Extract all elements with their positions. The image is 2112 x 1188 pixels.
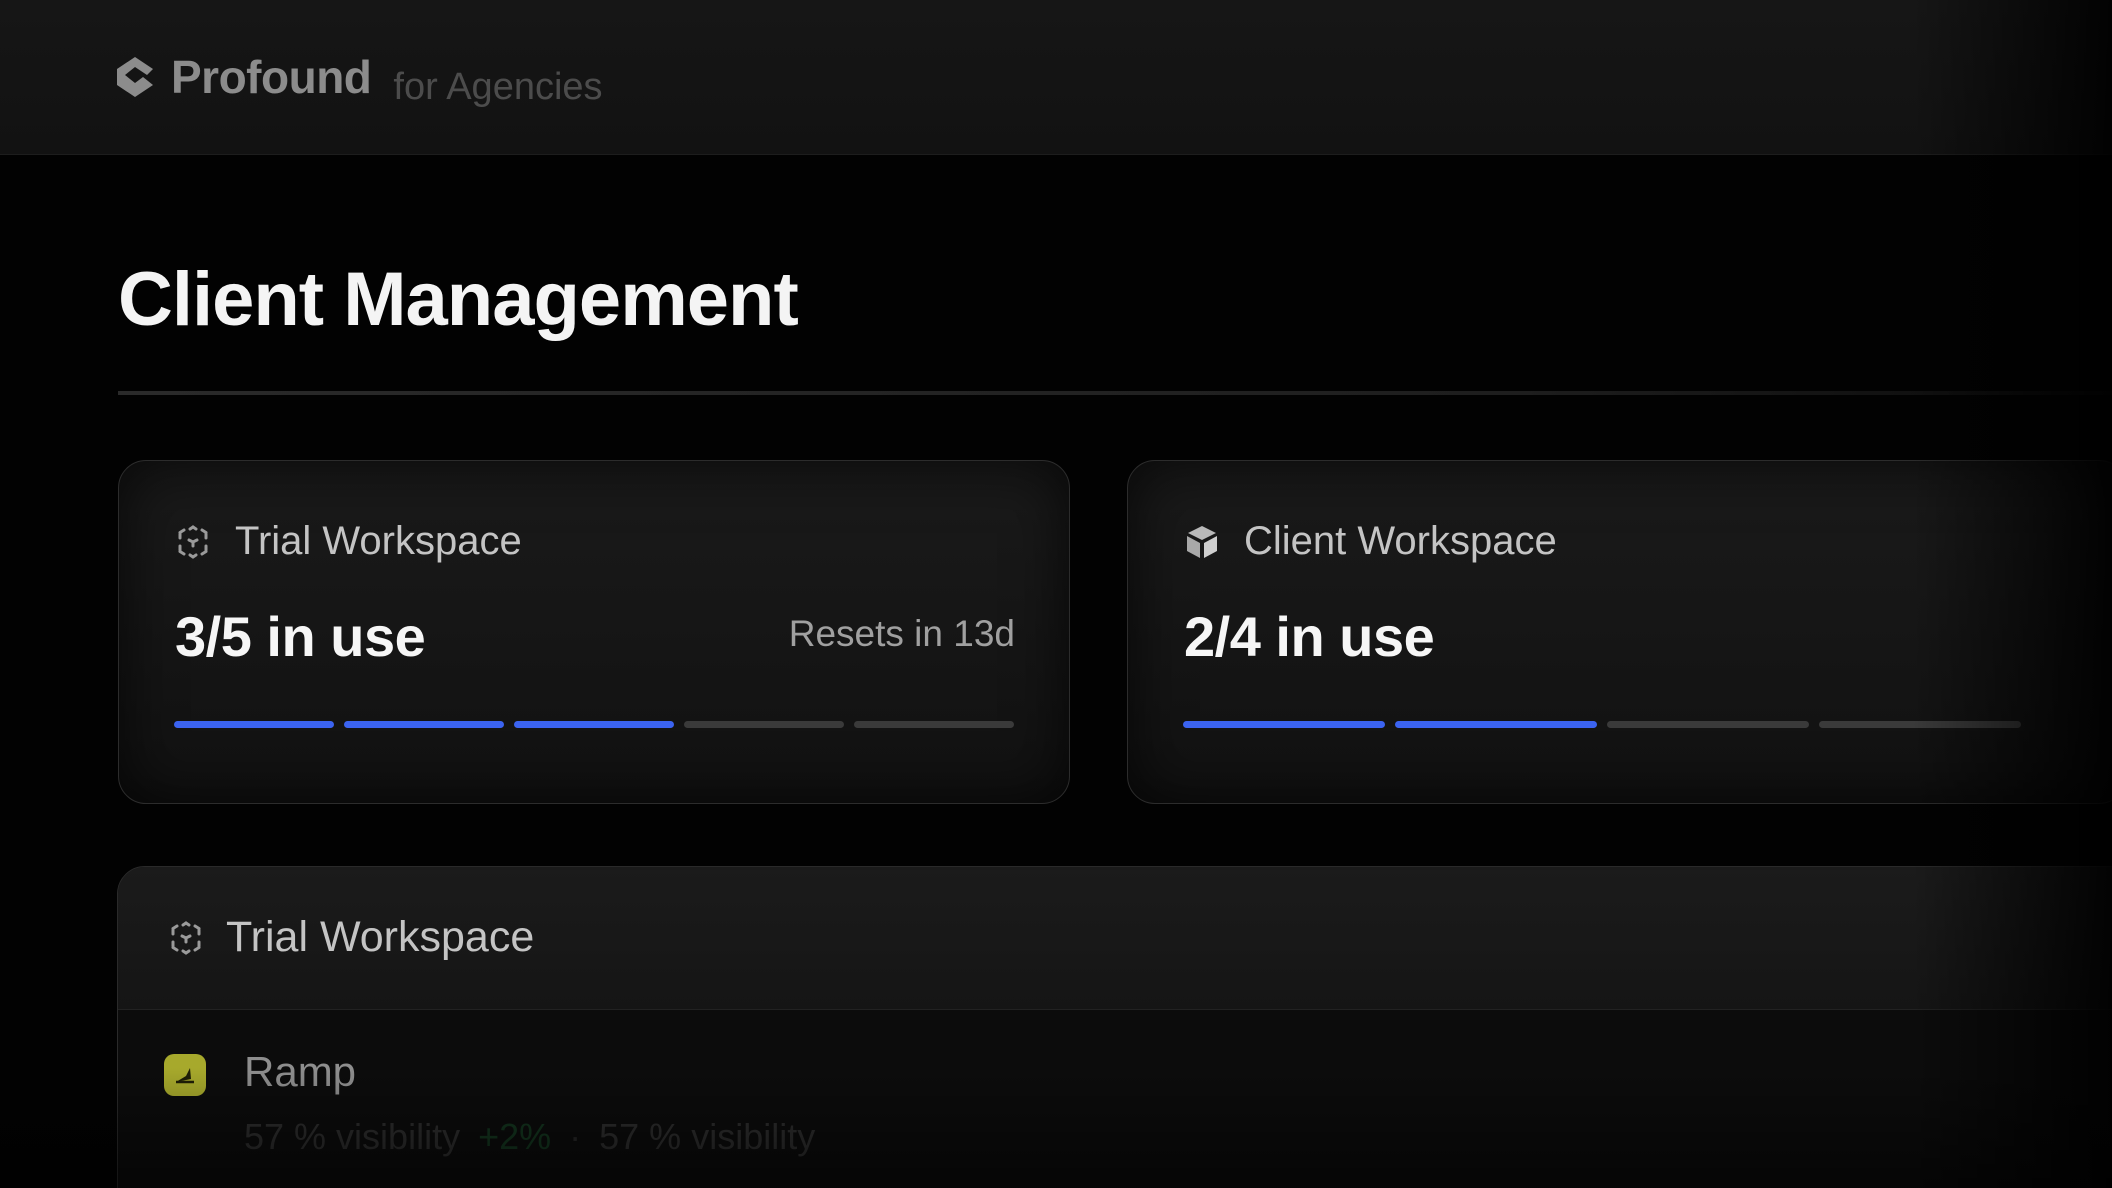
dashed-cube-icon	[171, 921, 201, 955]
dashed-cube-icon	[178, 525, 208, 558]
ramp-logo-icon	[164, 1054, 206, 1096]
usage-segment-filled	[1395, 721, 1597, 728]
panel-header[interactable]: Trial Workspace	[118, 867, 2112, 1010]
trial-usage-bar	[174, 721, 1014, 728]
visibility-value-secondary: 57 % visibility	[599, 1116, 816, 1157]
client-metrics: 57 % visibility +2% · 57 % visibility	[244, 1116, 815, 1158]
trial-workspace-panel: Trial Workspace Ramp 57 % visibility +2%…	[117, 866, 2112, 1188]
usage-segment-filled	[344, 721, 504, 728]
panel-title: Trial Workspace	[226, 913, 535, 961]
page: Profound for Agencies Client Management …	[0, 0, 2112, 1188]
usage-segment-empty	[684, 721, 844, 728]
brand-subtitle: for Agencies	[393, 66, 603, 108]
trial-usage-count: 3/5 in use	[175, 605, 426, 668]
card-header: Trial Workspace	[175, 519, 522, 564]
brand-name: Profound	[171, 51, 372, 103]
title-divider	[118, 391, 2112, 395]
trial-workspace-label: Trial Workspace	[235, 519, 522, 563]
visibility-value: 57 % visibility	[244, 1116, 461, 1157]
trial-resets-text: Resets in 13d	[788, 613, 1015, 654]
client-name: Ramp	[244, 1048, 357, 1095]
top-bar: Profound for Agencies	[0, 0, 2112, 155]
client-workspace-card[interactable]: Client Workspace 2/4 in use	[1127, 460, 2112, 804]
trial-workspace-card[interactable]: Trial Workspace 3/5 in use Resets in 13d	[118, 460, 1070, 804]
cube-icon	[1187, 525, 1217, 558]
visibility-delta: +2%	[478, 1116, 552, 1157]
client-usage-count: 2/4 in use	[1184, 605, 1435, 668]
client-usage-bar	[1183, 721, 2021, 728]
usage-segment-empty	[854, 721, 1014, 728]
usage-segment-empty	[1607, 721, 1809, 728]
client-workspace-label: Client Workspace	[1244, 519, 1557, 563]
usage-segment-filled	[514, 721, 674, 728]
card-header: Client Workspace	[1184, 519, 1557, 564]
usage-segment-filled	[174, 721, 334, 728]
brand[interactable]: Profound for Agencies	[113, 50, 603, 108]
usage-segment-filled	[1183, 721, 1385, 728]
usage-segment-empty	[1819, 721, 2021, 728]
profound-logo-icon	[117, 57, 153, 97]
metric-separator: ·	[569, 1116, 582, 1157]
page-title: Client Management	[118, 257, 799, 342]
